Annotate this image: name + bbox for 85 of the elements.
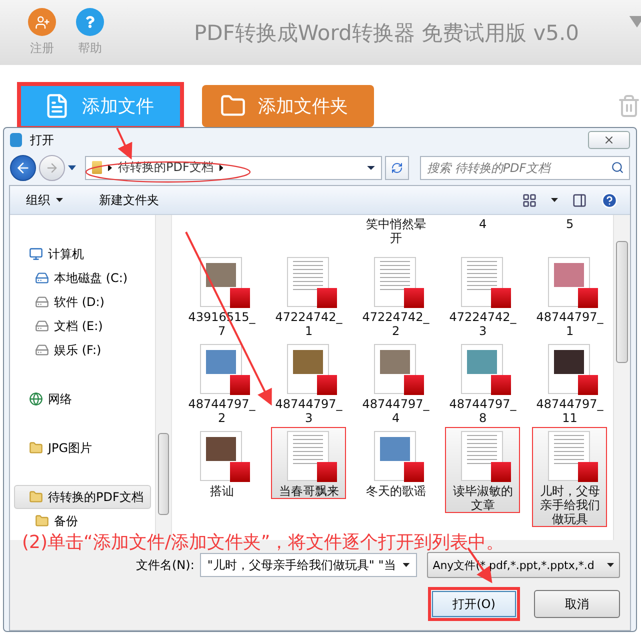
pdf-text-thumbnail xyxy=(460,430,511,482)
app-title: PDF转换成Word转换器 免费试用版 v5.0 xyxy=(192,20,580,46)
file-item[interactable]: 48744797_1 xyxy=(532,253,608,339)
user-add-icon[interactable] xyxy=(28,8,56,36)
pdf-photo-thumbnail xyxy=(460,343,511,395)
nav-item[interactable]: 待转换的PDF文档 xyxy=(14,485,151,509)
annotation-text: (2)单击“添加文件/添加文件夹”，将文件逐个打开到列表中。 xyxy=(22,531,504,554)
file-item[interactable]: 儿时，父母亲手给我们做玩具 xyxy=(532,427,608,527)
pdf-photo-thumbnail xyxy=(200,430,250,482)
app-logo-icon xyxy=(10,133,22,148)
file-name-label: 文件名(N): xyxy=(136,556,194,574)
file-name: 5 xyxy=(564,217,575,231)
file-item[interactable]: 搭讪 xyxy=(184,427,260,499)
pdf-photo-thumbnail xyxy=(548,343,598,395)
drive-icon xyxy=(35,271,49,285)
pdf-text-thumbnail xyxy=(374,256,424,308)
file-item[interactable]: 当春哥飘来 xyxy=(271,427,346,499)
file-name-field[interactable]: "儿时，父母亲手给我们做玩具" "当 xyxy=(200,553,417,577)
pdf-text-thumbnail xyxy=(286,256,337,308)
nav-item[interactable]: 备份 xyxy=(14,509,151,533)
folder-icon xyxy=(29,441,43,455)
nav-item[interactable]: 网络 xyxy=(14,387,151,411)
pdf-text-thumbnail xyxy=(460,256,511,308)
drive-icon xyxy=(35,319,49,333)
file-item[interactable]: 47224742_1 xyxy=(271,253,346,339)
chevron-icon[interactable] xyxy=(108,164,112,172)
search-icon xyxy=(611,160,624,174)
refresh-icon xyxy=(391,162,403,174)
history-dropdown-icon[interactable] xyxy=(68,165,76,170)
file-name: 4 xyxy=(478,217,488,231)
back-button[interactable] xyxy=(10,154,36,181)
annotation-arrow xyxy=(116,128,132,160)
chevron-icon[interactable] xyxy=(219,164,224,172)
file-item[interactable]: 48744797_11 xyxy=(532,340,608,426)
search-field[interactable]: 搜索 待转换的PDF文档 xyxy=(420,156,630,180)
pdf-photo-thumbnail xyxy=(548,256,598,308)
open-button[interactable]: 打开(O) xyxy=(428,587,520,621)
globe-icon xyxy=(29,392,43,406)
refresh-button[interactable] xyxy=(385,156,409,180)
file-item[interactable]: 冬天的歌谣 xyxy=(358,427,434,499)
folder-icon xyxy=(92,161,102,174)
dialog-title: 打开 xyxy=(30,132,54,149)
nav-item[interactable]: 文档 (E:) xyxy=(14,314,151,338)
caret-icon[interactable] xyxy=(551,198,558,202)
header-label: 帮助 xyxy=(78,40,102,57)
file-item[interactable]: 47224742_3 xyxy=(445,253,520,339)
dropdown-icon[interactable] xyxy=(367,166,375,170)
cancel-button[interactable]: 取消 xyxy=(534,590,620,618)
file-item[interactable]: 48744797_4 xyxy=(358,340,434,426)
caret-icon xyxy=(56,198,63,202)
close-icon xyxy=(603,134,615,146)
pdf-text-thumbnail xyxy=(286,430,337,482)
pdf-photo-thumbnail xyxy=(286,343,337,395)
file-item[interactable]: 48744797_2 xyxy=(184,340,260,426)
help-icon[interactable] xyxy=(76,8,104,36)
file-item[interactable]: 48744797_3 xyxy=(271,340,346,426)
folder-icon xyxy=(35,514,49,528)
help-icon[interactable] xyxy=(601,192,618,208)
new-folder-button[interactable]: 新建文件夹 xyxy=(95,190,163,210)
pdf-photo-thumbnail xyxy=(200,256,250,308)
scrollbar[interactable] xyxy=(613,215,630,540)
organize-menu[interactable]: 组织 xyxy=(22,190,67,210)
computer-icon xyxy=(29,247,43,261)
file-item[interactable]: 48744797_8 xyxy=(445,340,520,426)
header-label: 注册 xyxy=(30,40,54,57)
folder-icon xyxy=(29,490,43,504)
folder-icon xyxy=(220,93,246,119)
view-icon[interactable] xyxy=(522,192,537,208)
nav-item[interactable]: 计算机 xyxy=(14,242,151,266)
nav-item[interactable]: 娱乐 (F:) xyxy=(14,338,151,362)
drive-icon xyxy=(35,343,49,357)
pdf-text-thumbnail xyxy=(548,430,598,482)
nav-item[interactable]: JPG图片 xyxy=(14,436,151,460)
preview-pane-icon[interactable] xyxy=(572,192,587,208)
drive-icon xyxy=(35,295,49,309)
file-item[interactable]: 读毕淑敏的文章 xyxy=(445,427,520,513)
nav-item[interactable]: 软件 (D:) xyxy=(14,290,151,314)
pdf-photo-thumbnail xyxy=(200,343,250,395)
forward-arrow-icon xyxy=(45,160,59,175)
file-item[interactable]: 47224742_2 xyxy=(358,253,434,339)
nav-item[interactable]: 本地磁盘 (C:) xyxy=(14,266,151,290)
pdf-photo-thumbnail xyxy=(374,343,424,395)
pdf-photo-thumbnail xyxy=(374,430,424,482)
file-name: 笑中悄然晕开 xyxy=(364,217,427,245)
close-button[interactable] xyxy=(588,131,630,150)
